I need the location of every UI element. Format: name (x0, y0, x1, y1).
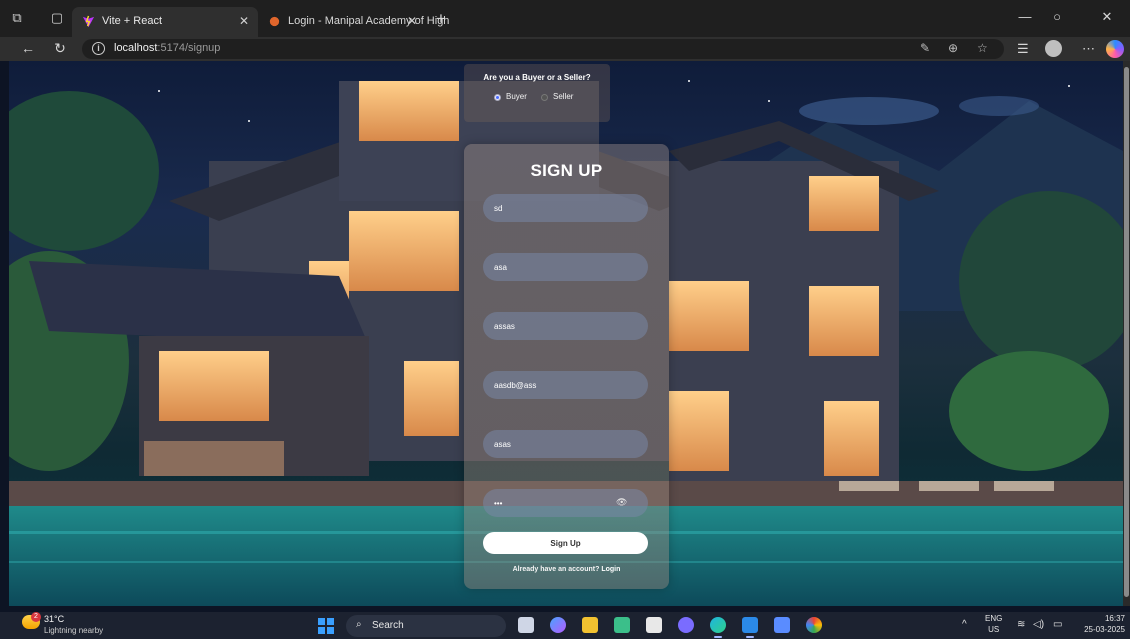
tab-actions-icon[interactable]: ▢ (50, 11, 64, 25)
radio-buyer[interactable] (494, 94, 501, 101)
scrollbar-thumb[interactable] (1124, 67, 1129, 597)
edge-icon[interactable] (710, 617, 726, 638)
chatgpt-icon[interactable] (614, 617, 630, 633)
minimize-icon[interactable]: — (1010, 9, 1040, 24)
tab-login-manipal[interactable]: Login - Manipal Academy of High ✕ (258, 7, 449, 37)
wifi-icon[interactable]: ≋ (1017, 619, 1025, 630)
radio-seller-label[interactable]: Seller (553, 92, 573, 101)
copilot-icon[interactable] (1106, 40, 1124, 58)
close-tab-icon[interactable]: ✕ (239, 14, 249, 28)
browser-tab-bar: ⧉ ▢ Vite + React ✕ Login - Manipal Acade… (0, 0, 1130, 37)
close-tab-icon[interactable]: ✕ (407, 14, 417, 28)
window-close-icon[interactable]: ✕ (1092, 9, 1122, 25)
file-explorer-icon[interactable] (582, 617, 598, 633)
signup-field-5[interactable] (483, 430, 648, 458)
new-tab-icon[interactable]: + (436, 9, 446, 29)
maximize-icon[interactable]: ○ (1042, 9, 1072, 24)
battery-icon[interactable]: ▭ (1053, 619, 1062, 630)
vscode-icon[interactable] (742, 617, 758, 638)
start-button[interactable] (318, 618, 334, 634)
weather-desc[interactable]: Lightning nearby (44, 626, 103, 635)
chevron-up-icon[interactable]: ^ (962, 619, 967, 630)
workspaces-icon[interactable]: ⧉ (10, 11, 24, 25)
language-indicator[interactable]: ENG US (985, 613, 1002, 635)
tab-title: Vite + React (102, 15, 163, 27)
taskbar-search[interactable]: ⌕ Search (346, 615, 506, 637)
eye-icon[interactable]: 👁 (616, 497, 627, 508)
page-viewport: Are you a Buyer or a Seller? Buyer Selle… (9, 61, 1123, 606)
chrome-icon[interactable] (806, 617, 822, 633)
pen-icon[interactable]: ✎ (920, 41, 930, 55)
signup-button[interactable]: Sign Up (483, 532, 648, 554)
radio-buyer-label[interactable]: Buyer (506, 92, 527, 101)
favorite-star-icon[interactable]: ☆ (977, 41, 988, 55)
site-info-icon[interactable]: i (92, 42, 105, 55)
address-bar[interactable]: i localhost:5174/signup ✎ ⊕ ☆ (82, 39, 1004, 59)
search-icon: ⌕ (356, 619, 362, 630)
signup-field-2[interactable] (483, 253, 648, 281)
refresh-icon[interactable]: ↻ (50, 40, 70, 57)
signup-field-1[interactable] (483, 194, 648, 222)
radio-seller[interactable] (541, 94, 548, 101)
vite-icon (82, 15, 95, 28)
site-favicon-icon (269, 16, 280, 27)
role-question: Are you a Buyer or a Seller? (483, 73, 591, 82)
signup-field-3[interactable] (483, 312, 648, 340)
volume-icon[interactable]: ◁) (1033, 619, 1044, 630)
task-view-icon[interactable] (518, 617, 534, 633)
browser-toolbar: ← ↻ i localhost:5174/signup ✎ ⊕ ☆ ☰ ⋯ (0, 37, 1130, 61)
email-field[interactable] (483, 371, 648, 399)
taskbar-clock[interactable]: 16:37 25-03-2025 (1075, 613, 1125, 635)
tab-vite-react[interactable]: Vite + React ✕ (72, 7, 258, 37)
zoom-icon[interactable]: ⊕ (948, 41, 958, 55)
login-prompt: Already have an account? Login (512, 566, 621, 573)
app-icon[interactable] (678, 617, 694, 633)
page-scrollbar[interactable] (1123, 61, 1130, 606)
signup-card: SIGN UP 👁 Sign Up Already have an accoun… (464, 144, 669, 589)
url-text: localhost:5174/signup (114, 42, 221, 54)
notepad-icon[interactable] (774, 617, 790, 633)
weather-temp[interactable]: 31°C (44, 614, 64, 624)
favorites-icon[interactable]: ☰ (1017, 41, 1029, 57)
back-icon[interactable]: ← (18, 40, 38, 56)
copilot-app-icon[interactable] (550, 617, 566, 633)
profile-avatar[interactable] (1045, 40, 1062, 57)
tab-title: Login - Manipal Academy of High (288, 15, 450, 27)
weather-badge: 2 (31, 612, 41, 622)
more-options-icon[interactable]: ⋯ (1082, 41, 1095, 57)
signup-title: SIGN UP (530, 161, 603, 180)
store-icon[interactable] (646, 617, 662, 633)
role-selector: Are you a Buyer or a Seller? Buyer Selle… (464, 64, 610, 122)
login-link[interactable]: Login (601, 566, 620, 573)
search-label: Search (372, 620, 404, 631)
